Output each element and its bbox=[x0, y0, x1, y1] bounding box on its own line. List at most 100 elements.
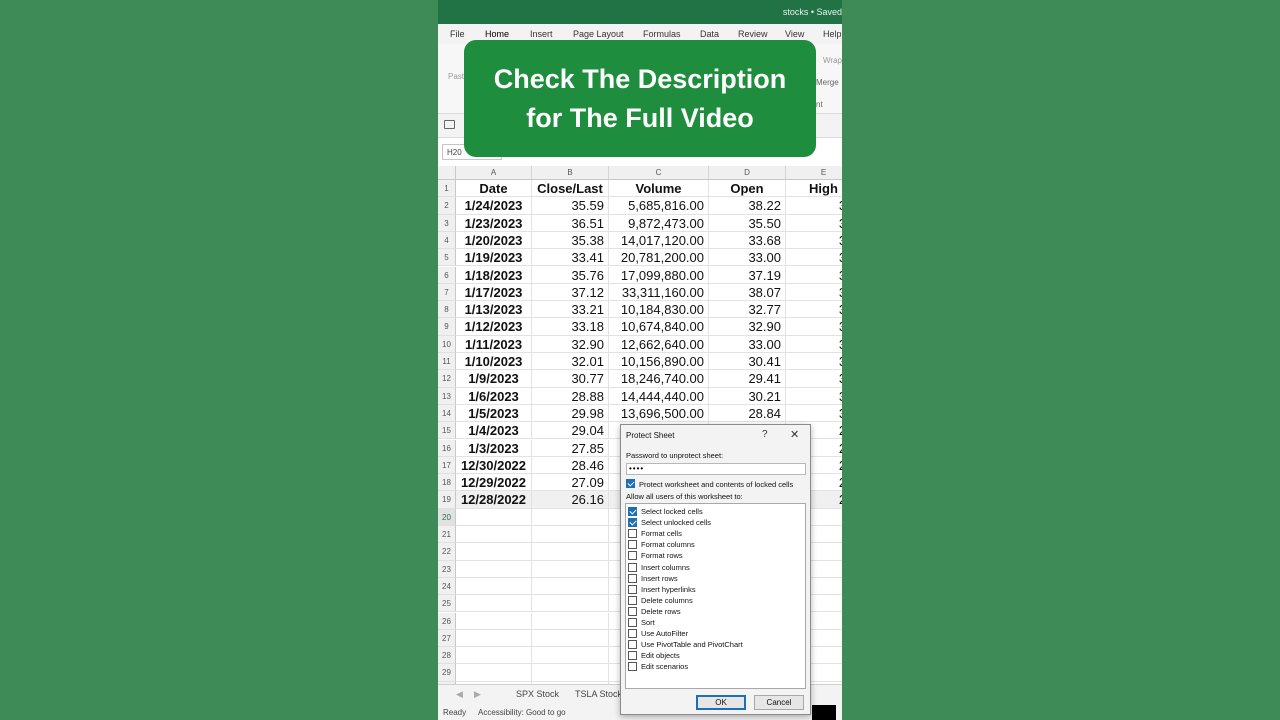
header-cell-high[interactable]: High bbox=[786, 180, 842, 198]
cell-date[interactable]: 1/11/2023 bbox=[456, 335, 532, 353]
row-header[interactable]: 9 bbox=[438, 318, 456, 336]
permission-checkbox[interactable] bbox=[628, 584, 637, 594]
cell-close[interactable]: 28.88 bbox=[532, 387, 609, 405]
cell-high[interactable]: 30. bbox=[786, 405, 842, 423]
cell-open[interactable]: 37.19 bbox=[709, 266, 786, 284]
cell-date[interactable]: 1/19/2023 bbox=[456, 249, 532, 267]
cell-close[interactable]: 33.21 bbox=[532, 301, 609, 319]
cell-volume[interactable]: 9,872,473.00 bbox=[609, 214, 709, 232]
row-header[interactable]: 12 bbox=[438, 370, 456, 388]
cell-close[interactable]: 33.41 bbox=[532, 249, 609, 267]
row-header[interactable]: 20 bbox=[438, 508, 456, 526]
cell-close[interactable]: 32.01 bbox=[532, 353, 609, 371]
cancel-button[interactable]: Cancel bbox=[754, 695, 804, 710]
cell-date[interactable]: 12/28/2022 bbox=[456, 491, 532, 509]
empty-cell[interactable] bbox=[532, 664, 609, 682]
empty-cell[interactable] bbox=[456, 526, 532, 544]
empty-cell[interactable] bbox=[456, 577, 532, 596]
row-header[interactable]: 25 bbox=[438, 595, 456, 613]
column-header-a[interactable]: A bbox=[456, 166, 532, 180]
row-header[interactable]: 3 bbox=[438, 214, 456, 232]
cell-close[interactable]: 29.98 bbox=[532, 404, 609, 423]
row-header[interactable]: 1 bbox=[438, 180, 456, 198]
column-header-b[interactable]: B bbox=[532, 166, 609, 180]
header-cell-date[interactable]: Date bbox=[456, 180, 532, 198]
cell-date[interactable]: 12/30/2022 bbox=[456, 456, 532, 475]
tab-file[interactable]: File bbox=[450, 29, 465, 39]
permission-checkbox[interactable] bbox=[628, 651, 637, 661]
tab-insert[interactable]: Insert bbox=[530, 29, 553, 39]
tab-data[interactable]: Data bbox=[700, 29, 719, 39]
cell-close[interactable]: 32.90 bbox=[532, 335, 609, 353]
empty-cell[interactable] bbox=[532, 508, 609, 526]
permission-item[interactable]: Insert rows bbox=[626, 573, 804, 584]
permission-item[interactable]: Insert columns bbox=[626, 562, 804, 573]
row-header[interactable]: 27 bbox=[438, 629, 456, 648]
folder-icon[interactable] bbox=[444, 120, 455, 129]
row-header[interactable]: 4 bbox=[438, 231, 456, 250]
sheet-tab-spx[interactable]: SPX Stock bbox=[516, 689, 559, 699]
cell-date[interactable]: 1/24/2023 bbox=[456, 197, 532, 215]
permission-checkbox[interactable] bbox=[628, 629, 637, 639]
row-header[interactable]: 19 bbox=[438, 491, 456, 509]
header-cell-volume[interactable]: Volume bbox=[609, 180, 709, 198]
cell-volume[interactable]: 13,696,500.00 bbox=[609, 404, 709, 423]
cell-high[interactable]: 33. bbox=[786, 336, 842, 353]
permission-checkbox[interactable] bbox=[628, 640, 637, 650]
row-header[interactable]: 26 bbox=[438, 612, 456, 630]
empty-cell[interactable] bbox=[456, 664, 532, 682]
empty-cell[interactable] bbox=[456, 595, 532, 613]
permission-item[interactable]: Format rows bbox=[626, 550, 804, 561]
empty-cell[interactable] bbox=[456, 543, 532, 561]
cell-high[interactable]: 36. bbox=[786, 215, 842, 232]
cell-high[interactable]: 33. bbox=[786, 318, 842, 336]
header-cell-close[interactable]: Close/Last bbox=[532, 180, 609, 198]
empty-cell[interactable] bbox=[532, 647, 609, 665]
empty-cell[interactable] bbox=[456, 612, 532, 630]
tab-page-layout[interactable]: Page Layout bbox=[573, 29, 624, 39]
cell-close[interactable]: 29.04 bbox=[532, 422, 609, 440]
cell-date[interactable]: 1/6/2023 bbox=[456, 387, 532, 405]
cell-volume[interactable]: 14,017,120.00 bbox=[609, 231, 709, 250]
password-field[interactable]: •••• bbox=[626, 463, 806, 475]
permission-checkbox[interactable] bbox=[628, 562, 637, 572]
cell-open[interactable]: 32.90 bbox=[709, 318, 786, 336]
permission-checkbox[interactable] bbox=[628, 507, 637, 516]
row-header[interactable]: 24 bbox=[438, 577, 456, 596]
cell-date[interactable]: 1/13/2023 bbox=[456, 301, 532, 319]
header-cell-open[interactable]: Open bbox=[709, 180, 786, 198]
permission-checkbox[interactable] bbox=[628, 573, 637, 583]
permission-item[interactable]: Delete rows bbox=[626, 606, 804, 617]
row-header[interactable]: 7 bbox=[438, 283, 456, 302]
permission-item[interactable]: Format cells bbox=[626, 528, 804, 539]
cell-open[interactable]: 33.68 bbox=[709, 231, 786, 250]
cell-date[interactable]: 1/5/2023 bbox=[456, 404, 532, 423]
permission-checkbox[interactable] bbox=[628, 618, 637, 627]
empty-cell[interactable] bbox=[532, 526, 609, 544]
empty-cell[interactable] bbox=[456, 647, 532, 665]
empty-cell[interactable] bbox=[532, 612, 609, 630]
permission-item[interactable]: Edit objects bbox=[626, 650, 804, 661]
row-header[interactable]: 14 bbox=[438, 404, 456, 423]
cell-close[interactable]: 27.85 bbox=[532, 439, 609, 457]
cell-high[interactable]: 34. bbox=[786, 249, 842, 267]
cell-close[interactable]: 27.09 bbox=[532, 474, 609, 492]
cell-open[interactable]: 32.77 bbox=[709, 301, 786, 319]
row-header[interactable]: 29 bbox=[438, 664, 456, 682]
cell-high[interactable]: 38. bbox=[786, 197, 842, 215]
scroll-left-icon[interactable]: ◀ bbox=[456, 689, 463, 700]
cell-high[interactable]: 33. bbox=[786, 301, 842, 319]
cell-date[interactable]: 1/17/2023 bbox=[456, 283, 532, 302]
ok-button[interactable]: OK bbox=[696, 695, 746, 710]
row-header[interactable]: 8 bbox=[438, 301, 456, 319]
cell-high[interactable]: 31. bbox=[786, 370, 842, 388]
tab-view[interactable]: View bbox=[785, 29, 804, 39]
permission-item[interactable]: Format columns bbox=[626, 539, 804, 550]
cell-date[interactable]: 12/29/2022 bbox=[456, 474, 532, 492]
cell-high[interactable]: 35. bbox=[786, 232, 842, 250]
column-header-e[interactable]: E bbox=[786, 166, 842, 180]
cell-date[interactable]: 1/10/2023 bbox=[456, 353, 532, 371]
empty-cell[interactable] bbox=[532, 595, 609, 613]
cell-high[interactable]: 37. bbox=[786, 267, 842, 284]
wrap-text-label[interactable]: Wrap bbox=[823, 56, 842, 65]
